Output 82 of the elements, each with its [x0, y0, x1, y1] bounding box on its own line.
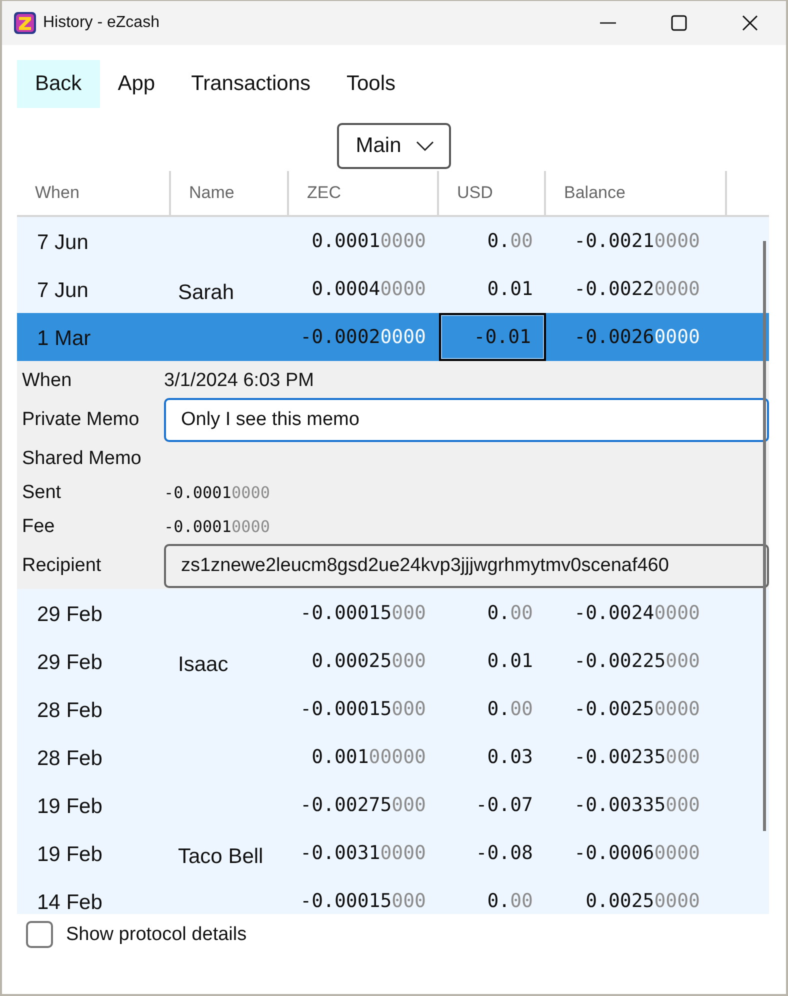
- table-cell-text: -0.00225000: [573, 649, 701, 674]
- table-cell: 29 Feb: [37, 651, 102, 675]
- table-cell-text: 0.00100000: [310, 745, 427, 770]
- window-title: History - eZcash: [43, 14, 160, 32]
- detail-label: Shared Memo: [22, 448, 142, 470]
- table-row[interactable]: 28 Feb -0.00015000 0.00 -0.00250000: [17, 685, 769, 733]
- table-cell: Taco Bell: [178, 845, 264, 869]
- app-logo-icon: [13, 11, 37, 35]
- column-header[interactable]: ZEC: [289, 171, 439, 215]
- detail-label: Private Memo: [22, 408, 140, 431]
- table-row[interactable]: 28 Feb 0.00100000 0.03 -0.00235000: [17, 733, 769, 781]
- checkbox[interactable]: [26, 921, 53, 948]
- table-cell-text: 0.00010000: [310, 229, 427, 254]
- menu-item[interactable]: Back: [17, 60, 100, 108]
- table-cell-text: -0.00310000: [299, 841, 427, 866]
- table-cell: 7 Jun: [37, 279, 88, 303]
- detail-label: Sent: [22, 482, 62, 504]
- table-cell-text: -0.00015000: [299, 889, 427, 914]
- table-cell: 7 Jun: [37, 231, 88, 255]
- table-cell-text: 0.00: [486, 889, 534, 914]
- table-cell-text: 0.01: [486, 649, 534, 674]
- table-cell-text: 0.00: [486, 697, 534, 722]
- table-cell-text: -0.00015000: [299, 601, 427, 626]
- table-row[interactable]: 7 Jun Sarah 0.00040000 0.01 -0.00220000: [17, 265, 769, 313]
- column-header[interactable]: Balance: [546, 171, 727, 215]
- table-cell-text: -0.00235000: [573, 745, 701, 770]
- detail-value: 3/1/2024 6:03 PM: [164, 370, 314, 392]
- table-cell: 29 Feb: [37, 603, 102, 627]
- table-cell-text: -0.08: [474, 841, 534, 866]
- table-cell-text: -0.07: [474, 793, 534, 818]
- table-cell: -0.01: [439, 313, 546, 361]
- table-cell-text: 0.00040000: [310, 277, 427, 302]
- column-header[interactable]: Name: [171, 171, 289, 215]
- table-cell-text: -0.00060000: [573, 841, 701, 866]
- table-cell-text: 0.01: [486, 277, 534, 302]
- menu-item[interactable]: App: [100, 60, 174, 108]
- detail-label: Recipient: [22, 555, 102, 578]
- menu-item[interactable]: Tools: [328, 60, 414, 108]
- table-cell: Isaac: [178, 653, 228, 677]
- table-cell: 19 Feb: [37, 795, 102, 819]
- table-cell-text: -0.00015000: [299, 697, 427, 722]
- table-row[interactable]: 19 Feb Taco Bell -0.00310000 -0.08 -0.00060000: [17, 829, 769, 877]
- table-cell: 19 Feb: [37, 843, 102, 867]
- table-row[interactable]: 29 Feb -0.00015000 0.00 -0.00240000: [17, 589, 769, 637]
- table-cell-text: 0.00: [486, 601, 534, 626]
- detail-label: When: [22, 370, 73, 392]
- close-icon[interactable]: [740, 13, 760, 33]
- table-row[interactable]: 1 Mar -0.00020000 -0.01 -0.00260000: [17, 313, 769, 361]
- detail-value: -0.00010000: [164, 517, 270, 536]
- column-header[interactable]: When: [17, 171, 171, 215]
- chevron-down-icon: [415, 140, 436, 152]
- table-cell-text: 0.00250000: [584, 889, 701, 914]
- table-cell-text: -0.00020000: [299, 325, 427, 350]
- table-cell-text: 0.03: [486, 745, 534, 770]
- maximize-icon[interactable]: [669, 13, 689, 33]
- table-cell: 28 Feb: [37, 699, 102, 723]
- column-header[interactable]: USD: [439, 171, 546, 215]
- table-cell: Sarah: [178, 281, 234, 305]
- table-cell: 14 Feb: [37, 891, 102, 914]
- table-row[interactable]: 7 Jun 0.00010000 0.00 -0.00210000: [17, 217, 769, 265]
- table-row[interactable]: 19 Feb -0.00275000 -0.07 -0.00335000: [17, 781, 769, 829]
- detail-value: -0.00010000: [164, 483, 270, 502]
- table-cell-text: -0.00275000: [299, 793, 427, 818]
- table-cell-text: -0.00260000: [573, 325, 701, 350]
- table-cell-text: -0.00240000: [573, 601, 701, 626]
- checkbox-label[interactable]: Show protocol details: [66, 924, 247, 946]
- detail-label: Fee: [22, 516, 56, 538]
- table-cell-text: -0.00250000: [573, 697, 701, 722]
- scrollbar[interactable]: [763, 241, 766, 831]
- account-dropdown[interactable]: Main: [336, 123, 452, 169]
- input-field[interactable]: zs1znewe2leucm8gsd2ue24kvp3jjjwgrhmytmv0scenaf460: [164, 544, 769, 588]
- menu-item[interactable]: Transactions: [173, 60, 328, 108]
- table-cell-text: 0.00025000: [310, 649, 427, 674]
- table-cell: 1 Mar: [37, 327, 91, 351]
- table-cell: 28 Feb: [37, 747, 102, 771]
- input-field[interactable]: Only I see this memo: [164, 398, 769, 442]
- table-row[interactable]: 29 Feb Isaac 0.00025000 0.01 -0.00225000: [17, 637, 769, 685]
- table-cell-text: -0.00335000: [573, 793, 701, 818]
- table-cell-text: -0.00210000: [573, 229, 701, 254]
- table-cell-text: 0.00: [486, 229, 534, 254]
- table-cell-text: -0.00220000: [573, 277, 701, 302]
- table-row[interactable]: 14 Feb -0.00015000 0.00 0.00250000: [17, 877, 769, 914]
